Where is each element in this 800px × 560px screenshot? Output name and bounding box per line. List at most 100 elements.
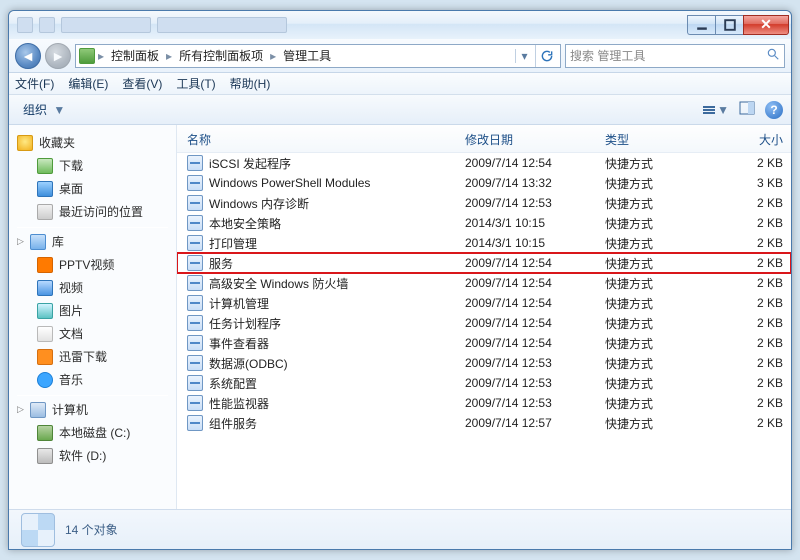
sidebar-desktop[interactable]: 桌面 [9, 177, 176, 200]
drive-icon [37, 448, 53, 464]
file-row[interactable]: 高级安全 Windows 防火墙2009/7/14 12:54快捷方式2 KB [177, 273, 791, 293]
file-type: 快捷方式 [605, 315, 717, 332]
shortcut-icon [187, 235, 203, 251]
shortcut-icon [187, 395, 203, 411]
preview-pane-button[interactable] [739, 101, 755, 118]
sidebar-ddrive[interactable]: 软件 (D:) [9, 444, 176, 467]
file-row[interactable]: 任务计划程序 2009/7/14 12:54快捷方式2 KB [177, 313, 791, 333]
view-mode-button[interactable]: ▼ [703, 103, 729, 117]
column-headers[interactable]: 名称 修改日期 类型 大小 [177, 125, 791, 153]
file-row[interactable]: 打印管理2014/3/1 10:15快捷方式2 KB [177, 233, 791, 253]
col-size[interactable]: 大小 [717, 131, 783, 148]
file-row[interactable]: 计算机管理2009/7/14 12:54快捷方式2 KB [177, 293, 791, 313]
chevron-right-icon[interactable]: ▸ [97, 49, 105, 63]
sidebar-xunlei[interactable]: 迅雷下载 [9, 345, 176, 368]
col-type[interactable]: 类型 [605, 131, 717, 148]
file-row[interactable]: 本地安全策略2014/3/1 10:15快捷方式2 KB [177, 213, 791, 233]
video-icon [37, 280, 53, 296]
col-date[interactable]: 修改日期 [465, 131, 605, 148]
sidebar-music[interactable]: 音乐 [9, 368, 176, 391]
file-name: 本地安全策略 [209, 215, 281, 232]
sidebar-pptv[interactable]: PPTV视频 [9, 253, 176, 276]
file-row[interactable]: 服务2009/7/14 12:54快捷方式2 KB [177, 253, 791, 273]
file-size: 2 KB [717, 296, 783, 310]
col-name[interactable]: 名称 [187, 131, 465, 148]
shortcut-icon [187, 215, 203, 231]
shortcut-icon [187, 355, 203, 371]
file-row[interactable]: 系统配置2009/7/14 12:53快捷方式2 KB [177, 373, 791, 393]
file-row[interactable]: Windows 内存诊断2009/7/14 12:53快捷方式2 KB [177, 193, 791, 213]
file-row[interactable]: iSCSI 发起程序2009/7/14 12:54快捷方式2 KB [177, 153, 791, 173]
picture-icon [37, 303, 53, 319]
chevron-right-icon[interactable]: ▸ [269, 49, 277, 63]
sidebar-favorites[interactable]: 收藏夹 [9, 131, 176, 154]
menu-tools[interactable]: 工具(T) [176, 75, 215, 92]
shortcut-icon [187, 335, 203, 351]
organize-button[interactable]: 组织 ▼ [17, 98, 71, 121]
breadcrumb-seg[interactable]: 控制面板 [107, 45, 163, 66]
file-type: 快捷方式 [605, 255, 717, 272]
shortcut-icon [187, 295, 203, 311]
computer-icon [30, 402, 46, 418]
sidebar-downloads[interactable]: 下载 [9, 154, 176, 177]
breadcrumb-seg[interactable]: 管理工具 [279, 45, 335, 66]
sidebar-computer[interactable]: ▷计算机 [9, 398, 176, 421]
file-name: 系统配置 [209, 375, 257, 392]
sidebar-recent[interactable]: 最近访问的位置 [9, 200, 176, 223]
file-size: 2 KB [717, 416, 783, 430]
maximize-button[interactable] [715, 15, 743, 35]
file-size: 2 KB [717, 396, 783, 410]
file-list[interactable]: iSCSI 发起程序2009/7/14 12:54快捷方式2 KBWindows… [177, 153, 791, 509]
search-input[interactable]: 搜索 管理工具 [565, 44, 785, 68]
address-dropdown[interactable]: ▾ [515, 49, 533, 63]
sidebar-documents[interactable]: 文档 [9, 322, 176, 345]
titlebar[interactable]: ✕ [9, 11, 791, 39]
file-type: 快捷方式 [605, 355, 717, 372]
minimize-button[interactable] [687, 15, 715, 35]
file-type: 快捷方式 [605, 155, 717, 172]
file-name: iSCSI 发起程序 [209, 155, 291, 172]
sidebar-cdrive[interactable]: 本地磁盘 (C:) [9, 421, 176, 444]
file-size: 2 KB [717, 356, 783, 370]
file-size: 2 KB [717, 316, 783, 330]
refresh-button[interactable] [535, 45, 557, 67]
shortcut-icon [187, 315, 203, 331]
titlebar-blur-area [9, 17, 687, 33]
menu-view[interactable]: 查看(V) [122, 75, 162, 92]
address-bar[interactable]: ▸ 控制面板 ▸ 所有控制面板项 ▸ 管理工具 ▾ [75, 44, 561, 68]
forward-button[interactable]: ► [45, 43, 71, 69]
file-row[interactable]: Windows PowerShell Modules2009/7/14 13:3… [177, 173, 791, 193]
menu-help[interactable]: 帮助(H) [230, 75, 271, 92]
file-row[interactable]: 事件查看器2009/7/14 12:54快捷方式2 KB [177, 333, 791, 353]
breadcrumb-seg[interactable]: 所有控制面板项 [175, 45, 267, 66]
navigation-pane[interactable]: 收藏夹 下载 桌面 最近访问的位置 ▷库 PPTV视频 视频 图片 文档 迅雷下… [9, 125, 177, 509]
file-type: 快捷方式 [605, 335, 717, 352]
file-row[interactable]: 组件服务2009/7/14 12:57快捷方式2 KB [177, 413, 791, 433]
file-date: 2009/7/14 13:32 [465, 176, 605, 190]
back-button[interactable]: ◄ [15, 43, 41, 69]
file-name: 高级安全 Windows 防火墙 [209, 275, 348, 292]
file-date: 2009/7/14 12:54 [465, 316, 605, 330]
file-name: 任务计划程序 [209, 315, 281, 332]
close-button[interactable]: ✕ [743, 15, 789, 35]
music-icon [37, 372, 53, 388]
chevron-right-icon[interactable]: ▸ [165, 49, 173, 63]
sidebar-pictures[interactable]: 图片 [9, 299, 176, 322]
help-button[interactable]: ? [765, 101, 783, 119]
menu-file[interactable]: 文件(F) [15, 75, 54, 92]
file-type: 快捷方式 [605, 235, 717, 252]
sidebar-videos[interactable]: 视频 [9, 276, 176, 299]
file-date: 2009/7/14 12:54 [465, 156, 605, 170]
menubar: 文件(F) 编辑(E) 查看(V) 工具(T) 帮助(H) [9, 73, 791, 95]
file-row[interactable]: 数据源(ODBC)2009/7/14 12:53快捷方式2 KB [177, 353, 791, 373]
menu-edit[interactable]: 编辑(E) [68, 75, 108, 92]
document-icon [37, 326, 53, 342]
file-row[interactable]: 性能监视器2009/7/14 12:53快捷方式2 KB [177, 393, 791, 413]
sidebar-libraries[interactable]: ▷库 [9, 230, 176, 253]
file-size: 2 KB [717, 336, 783, 350]
library-icon [30, 234, 46, 250]
file-name: 数据源(ODBC) [209, 355, 288, 372]
file-size: 2 KB [717, 376, 783, 390]
file-name: 组件服务 [209, 415, 257, 432]
download-icon [37, 158, 53, 174]
